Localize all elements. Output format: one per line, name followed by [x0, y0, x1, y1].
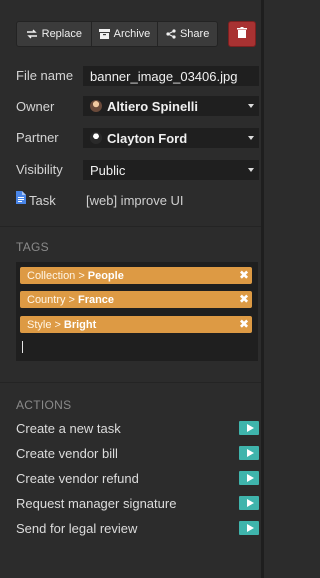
tag-remove-icon[interactable]: ✖	[239, 293, 249, 305]
file-name-label: File name	[16, 68, 74, 83]
tag-separator: >	[78, 269, 85, 282]
replace-icon	[26, 29, 38, 39]
file-actions-group: Replace Archive Share	[16, 21, 218, 47]
tag-separator: >	[54, 318, 61, 331]
tags-title: TAGS	[16, 240, 49, 254]
tag-value: France	[77, 293, 115, 306]
owner-select[interactable]: Altiero Spinelli	[83, 96, 259, 116]
partner-label: Partner	[16, 130, 59, 145]
share-label: Share	[179, 28, 210, 40]
task-label: Task	[29, 192, 56, 208]
tag-value: Bright	[63, 318, 97, 331]
actions-title: ACTIONS	[16, 398, 72, 412]
play-icon[interactable]	[239, 496, 259, 510]
partner-avatar	[90, 132, 102, 144]
delete-button[interactable]	[228, 21, 256, 47]
scrollbar[interactable]	[261, 0, 264, 578]
tag-collection: Collection > People ✖	[20, 267, 252, 284]
play-icon[interactable]	[239, 421, 259, 435]
tag-category: Style	[27, 318, 52, 331]
action-request-signature[interactable]: Request manager signature	[16, 494, 260, 512]
file-name-input[interactable]: banner_image_03406.jpg	[83, 66, 259, 86]
action-label: Create vendor bill	[16, 445, 118, 461]
archive-label: Archive	[113, 28, 151, 40]
action-create-task[interactable]: Create a new task	[16, 419, 260, 437]
action-create-vendor-refund[interactable]: Create vendor refund	[16, 469, 260, 487]
share-icon	[166, 29, 176, 39]
visibility-label: Visibility	[16, 162, 63, 177]
play-icon[interactable]	[239, 521, 259, 535]
divider	[0, 226, 261, 227]
partner-select[interactable]: Clayton Ford	[83, 128, 259, 148]
tags-input[interactable]: Collection > People ✖ Country > France ✖…	[16, 262, 258, 361]
archive-button[interactable]: Archive	[92, 22, 159, 46]
tag-style: Style > Bright ✖	[20, 316, 252, 333]
owner-avatar	[90, 100, 102, 112]
file-name-value: banner_image_03406.jpg	[90, 68, 238, 84]
visibility-value: Public	[90, 162, 126, 178]
tag-category: Country	[27, 293, 66, 306]
text-cursor	[22, 341, 23, 353]
tag-remove-icon[interactable]: ✖	[239, 318, 249, 330]
action-legal-review[interactable]: Send for legal review	[16, 519, 260, 537]
action-label: Request manager signature	[16, 495, 177, 511]
tag-remove-icon[interactable]: ✖	[239, 269, 249, 281]
tag-value: People	[87, 269, 124, 282]
toolbar: Replace Archive Share	[16, 21, 256, 47]
tag-country: Country > France ✖	[20, 291, 252, 308]
divider	[0, 382, 261, 383]
tag-category: Collection	[27, 269, 76, 282]
tag-separator: >	[68, 293, 75, 306]
owner-label: Owner	[16, 99, 55, 114]
action-label: Create a new task	[16, 420, 121, 436]
share-button[interactable]: Share	[158, 22, 217, 46]
task-row: Task	[16, 191, 56, 209]
visibility-select[interactable]: Public	[83, 160, 259, 180]
action-label: Send for legal review	[16, 520, 138, 536]
task-link[interactable]: [web] improve UI	[86, 193, 184, 208]
document-icon	[16, 191, 26, 209]
owner-value: Altiero Spinelli	[107, 98, 199, 114]
replace-button[interactable]: Replace	[17, 22, 92, 46]
trash-icon	[237, 25, 247, 43]
play-icon[interactable]	[239, 446, 259, 460]
play-icon[interactable]	[239, 471, 259, 485]
archive-icon	[98, 29, 110, 39]
replace-label: Replace	[41, 28, 82, 40]
partner-value: Clayton Ford	[107, 130, 188, 146]
action-label: Create vendor refund	[16, 470, 139, 486]
action-create-vendor-bill[interactable]: Create vendor bill	[16, 444, 260, 462]
